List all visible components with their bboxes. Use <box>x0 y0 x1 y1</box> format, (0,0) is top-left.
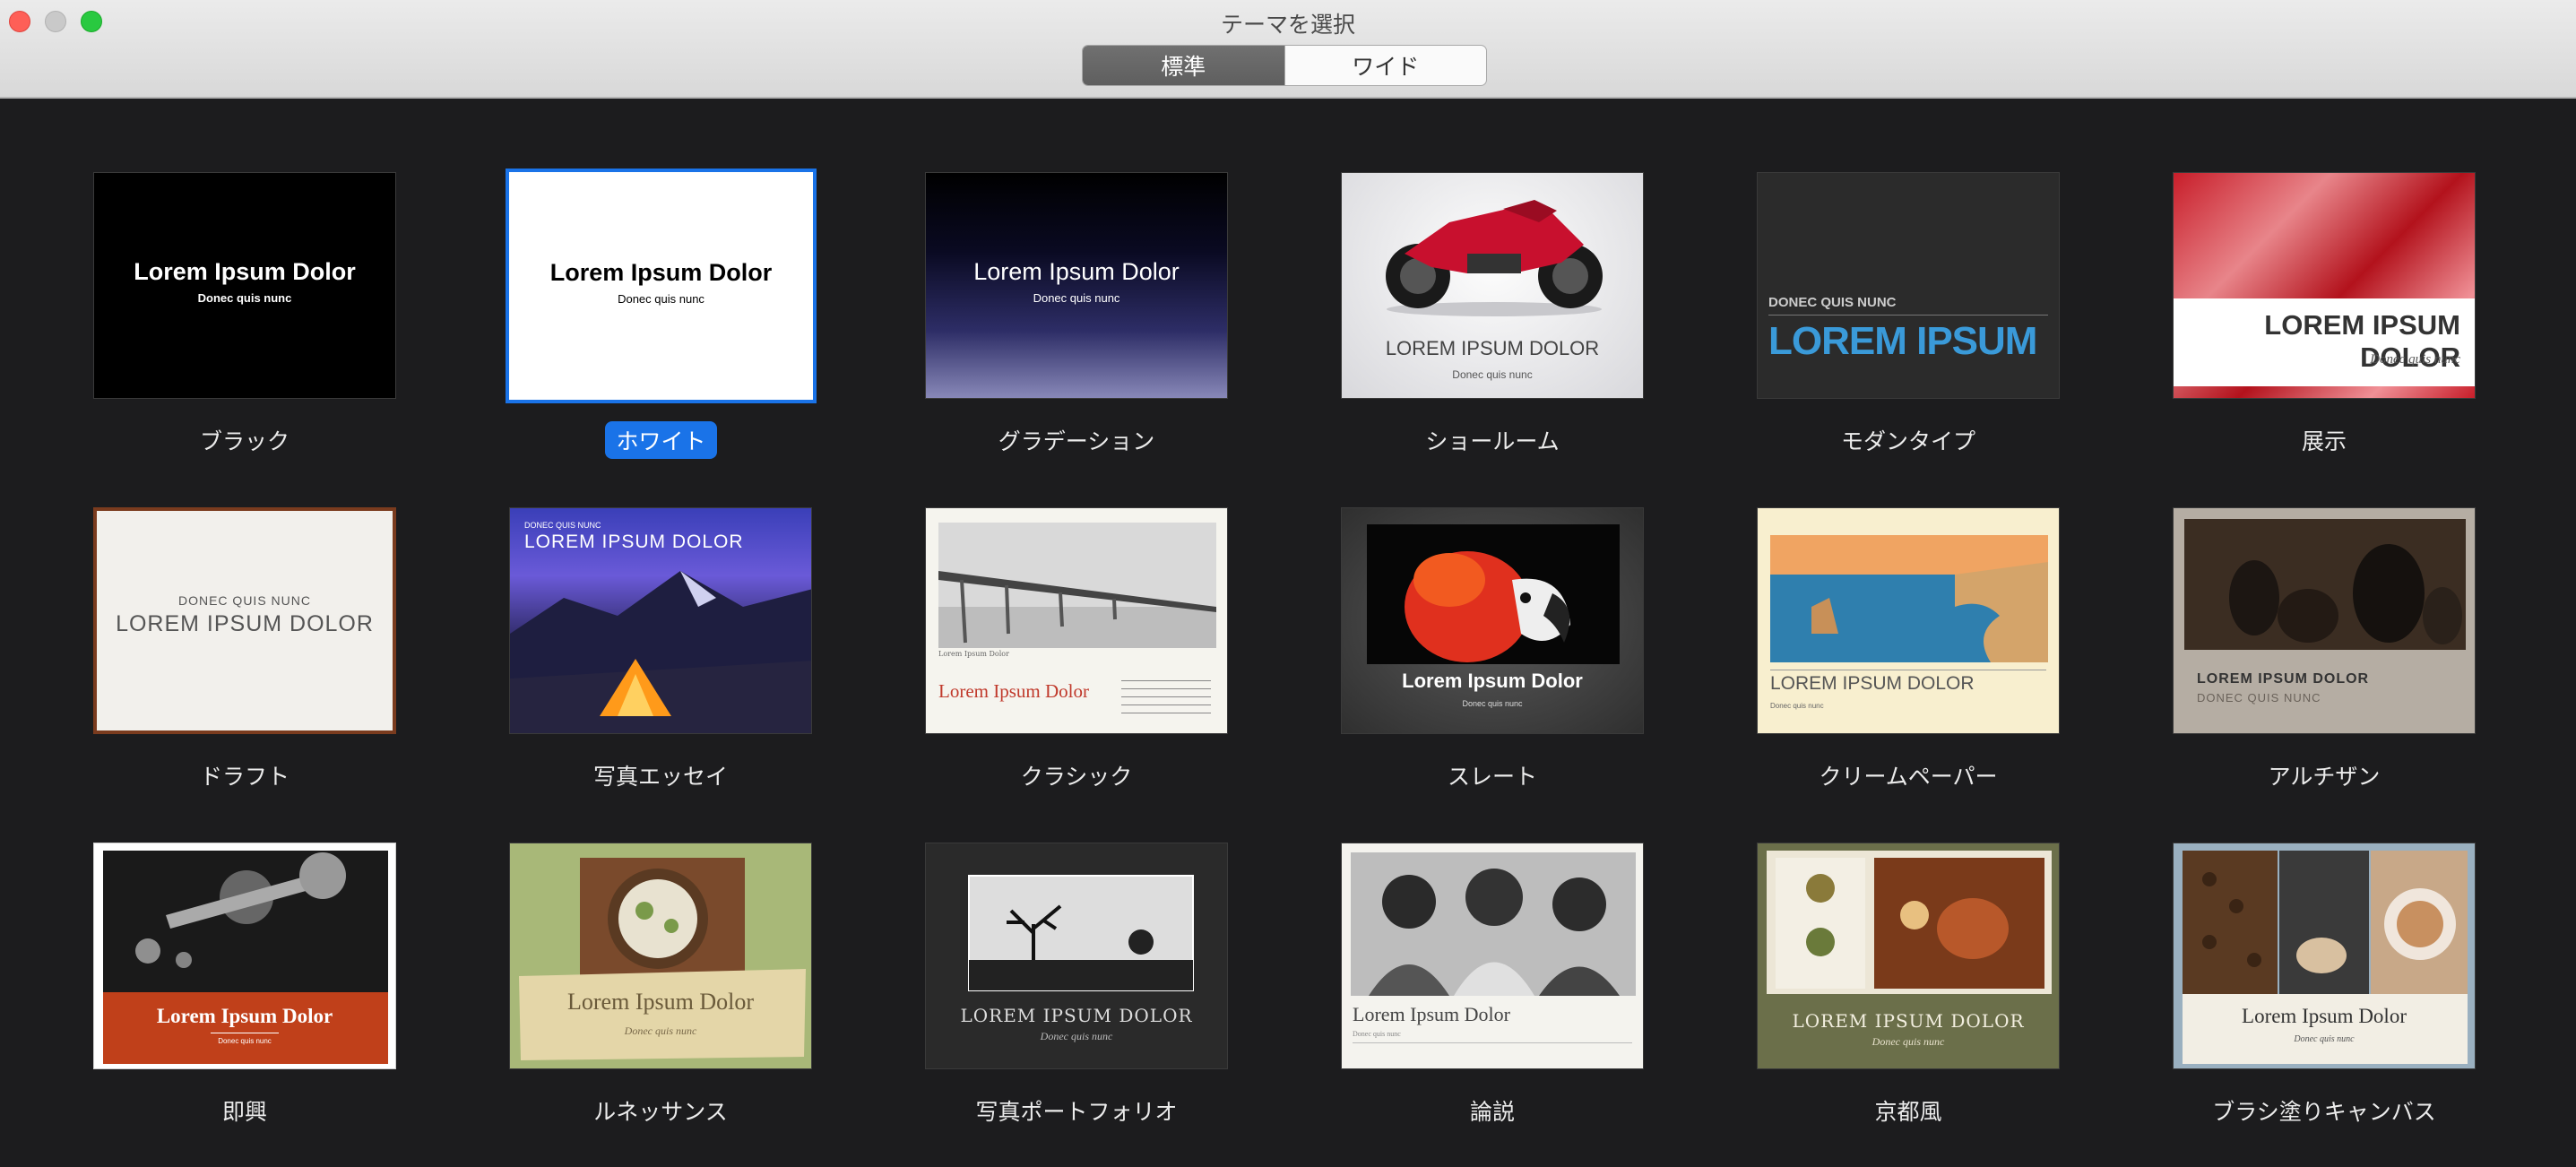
slide-subtitle: Donec quis nunc <box>618 292 705 306</box>
theme-classic[interactable]: Lorem Ipsum Dolor Lorem Ipsum Dolor クラシッ… <box>925 507 1228 790</box>
slide-size-segmented-control: 標準 ワイド <box>1082 45 1487 86</box>
theme-photo-essay[interactable]: DONEC QUIS NUNC LOREM IPSUM DOLOR 写真エッセイ <box>509 507 812 790</box>
theme-thumbnail: LOREM IPSUM DOLOR Donec quis nunc <box>1341 172 1644 399</box>
slide-subtitle: Donec quis nunc <box>1871 1035 1945 1048</box>
theme-exhibition[interactable]: LOREM IPSUM DOLOR Donec quis nunc 展示 <box>2173 172 2476 454</box>
theme-name: クラシック <box>1020 764 1133 790</box>
theme-photo-portfolio[interactable]: LOREM IPSUM DOLOR Donec quis nunc 写真ポートフ… <box>925 843 1228 1125</box>
slide-subtitle: Donec quis nunc <box>2370 352 2460 367</box>
slide-title: Lorem Ipsum Dolor <box>134 258 356 285</box>
theme-thumbnail: Lorem Ipsum Dolor Donec quis nunc <box>93 172 396 399</box>
slide-subtitle: Donec quis nunc <box>1770 702 1824 710</box>
slide-subtitle: DONEC QUIS NUNC <box>2197 691 2321 705</box>
slide-title: Lorem Ipsum Dolor <box>973 258 1180 285</box>
theme-thumbnail: Lorem Ipsum Dolor Donec quis nunc <box>93 843 396 1069</box>
theme-draft[interactable]: DONEC QUIS NUNC LOREM IPSUM DOLOR ドラフト <box>93 507 396 790</box>
slide-subtitle: DONEC QUIS NUNC <box>177 593 311 608</box>
theme-name: 展示 <box>2301 428 2347 454</box>
theme-thumbnail: LOREM IPSUM DOLOR Donec quis nunc <box>1757 507 2060 734</box>
theme-thumbnail: LOREM IPSUM DOLOR Donec quis nunc <box>1757 843 2060 1069</box>
title-bar: テーマを選択 標準 ワイド <box>0 0 2576 99</box>
theme-name: 論説 <box>1469 1099 1515 1125</box>
theme-name: アルチザン <box>2268 764 2381 790</box>
theme-name: 即興 <box>221 1099 267 1125</box>
theme-cream-paper[interactable]: LOREM IPSUM DOLOR Donec quis nunc クリームペー… <box>1757 507 2060 790</box>
slide-subtitle: Lorem Ipsum Dolor <box>938 650 1009 658</box>
slide-title: LOREM IPSUM DOLOR <box>1792 1010 2025 1032</box>
segment-wide[interactable]: ワイド <box>1284 46 1487 85</box>
slide-subtitle: DONEC QUIS NUNC <box>524 521 601 530</box>
theme-modern-type[interactable]: DONEC QUIS NUNC LOREM IPSUM モダンタイプ <box>1757 172 2060 454</box>
slide-subtitle: Donec quis nunc <box>1452 368 1533 381</box>
slide-title: Lorem Ipsum Dolor <box>1402 670 1583 692</box>
theme-black[interactable]: Lorem Ipsum Dolor Donec quis nunc ブラック <box>93 172 396 454</box>
theme-showroom[interactable]: LOREM IPSUM DOLOR Donec quis nunc ショールーム <box>1341 172 1644 454</box>
theme-thumbnail: LOREM IPSUM DOLOR Donec quis nunc <box>2173 172 2476 399</box>
trumpet-image <box>103 851 388 1064</box>
theme-name: 写真ポートフォリオ <box>975 1099 1178 1125</box>
theme-name: グラデーション <box>998 428 1155 454</box>
slide-title: LOREM IPSUM <box>1768 319 2037 363</box>
theme-name: ショールーム <box>1425 428 1560 454</box>
slide-title: Lorem Ipsum Dolor <box>1353 1003 1510 1025</box>
theme-thumbnail: Lorem Ipsum Dolor Donec quis nunc <box>925 172 1228 399</box>
theme-thumbnail: Lorem Ipsum Dolor Donec quis nunc <box>1341 507 1644 734</box>
slide-title: LOREM IPSUM DOLOR <box>116 611 374 636</box>
theme-artisan[interactable]: LOREM IPSUM DOLOR DONEC QUIS NUNC アルチザン <box>2173 507 2476 790</box>
segment-standard[interactable]: 標準 <box>1083 46 1284 85</box>
slide-subtitle: Donec quis nunc <box>1033 291 1120 305</box>
slide-subtitle: Donec quis nunc <box>1353 1030 1401 1038</box>
slide-title: Lorem Ipsum Dolor <box>567 989 754 1015</box>
theme-name: ブラック <box>199 428 290 454</box>
theme-kyoto[interactable]: LOREM IPSUM DOLOR Donec quis nunc 京都風 <box>1757 843 2060 1125</box>
theme-name: ルネッサンス <box>593 1099 728 1125</box>
theme-name: ドラフト <box>199 764 290 790</box>
divider <box>1768 315 2048 316</box>
motorcycle-image <box>1386 200 1603 316</box>
theme-renaissance[interactable]: Lorem Ipsum Dolor Donec quis nunc ルネッサンス <box>509 843 812 1125</box>
theme-improv[interactable]: Lorem Ipsum Dolor Donec quis nunc 即興 <box>93 843 396 1125</box>
slide-subtitle: Donec quis nunc <box>197 291 292 305</box>
slide-title: Lorem Ipsum Dolor <box>156 1005 333 1027</box>
divider <box>1353 1042 1632 1043</box>
slide-title: LOREM IPSUM DOLOR <box>2197 671 2370 687</box>
theme-name: ホワイト <box>605 421 717 459</box>
theme-thumbnail: Lorem Ipsum Dolor Donec quis nunc <box>506 169 817 403</box>
slide-title: LOREM IPSUM DOLOR <box>524 532 744 552</box>
theme-brushed-canvas[interactable]: Lorem Ipsum Dolor Donec quis nunc ブラシ塗りキ… <box>2173 843 2476 1125</box>
theme-name: クリームペーパー <box>1819 764 1998 790</box>
theme-name: 京都風 <box>1874 1099 1942 1125</box>
slide-title: Lorem Ipsum Dolor <box>549 259 773 286</box>
slide-title: LOREM IPSUM DOLOR <box>960 1005 1193 1026</box>
theme-thumbnail: DONEC QUIS NUNC LOREM IPSUM DOLOR <box>93 507 396 734</box>
theme-white[interactable]: Lorem Ipsum Dolor Donec quis nunc ホワイト <box>506 169 817 459</box>
body-text-lines <box>1121 677 1211 714</box>
slide-subtitle: Donec quis nunc <box>218 1037 272 1045</box>
slide-subtitle: Donec quis nunc <box>1040 1030 1113 1042</box>
theme-gradient[interactable]: Lorem Ipsum Dolor Donec quis nunc グラデーショ… <box>925 172 1228 454</box>
slide-subtitle: Donec quis nunc <box>2294 1034 2355 1044</box>
theme-name: 写真エッセイ <box>592 764 728 790</box>
slide-subtitle: Donec quis nunc <box>1462 699 1523 708</box>
theme-thumbnail: DONEC QUIS NUNC LOREM IPSUM DOLOR <box>509 507 812 734</box>
theme-name: ブラシ塗りキャンバス <box>2212 1099 2436 1125</box>
slide-subtitle: Donec quis nunc <box>624 1024 697 1037</box>
theme-name: モダンタイプ <box>1840 428 1975 454</box>
window-title: テーマを選択 <box>1220 12 1355 38</box>
coastline-image <box>1770 535 2048 662</box>
theme-thumbnail: DONEC QUIS NUNC LOREM IPSUM <box>1757 172 2060 399</box>
slide-subtitle: DONEC QUIS NUNC <box>1768 295 1897 310</box>
theme-thumbnail: Lorem Ipsum Dolor Donec quis nunc <box>509 843 812 1069</box>
theme-thumbnail: LOREM IPSUM DOLOR Donec quis nunc <box>925 843 1228 1069</box>
slide-title: Lorem Ipsum Dolor <box>2242 1005 2407 1027</box>
theme-editorial[interactable]: Lorem Ipsum Dolor Donec quis nunc 論説 <box>1341 843 1644 1125</box>
theme-slate[interactable]: Lorem Ipsum Dolor Donec quis nunc スレート <box>1341 507 1644 790</box>
slide-title: LOREM IPSUM DOLOR <box>1770 673 1975 694</box>
theme-thumbnail: Lorem Ipsum Dolor Lorem Ipsum Dolor <box>925 507 1228 734</box>
slide-title: LOREM IPSUM DOLOR <box>1385 337 1600 359</box>
theme-name: スレート <box>1447 764 1537 790</box>
theme-thumbnail: Lorem Ipsum Dolor Donec quis nunc <box>2173 843 2476 1069</box>
theme-thumbnail: LOREM IPSUM DOLOR DONEC QUIS NUNC <box>2173 507 2476 734</box>
theme-thumbnail: Lorem Ipsum Dolor Donec quis nunc <box>1341 843 1644 1069</box>
